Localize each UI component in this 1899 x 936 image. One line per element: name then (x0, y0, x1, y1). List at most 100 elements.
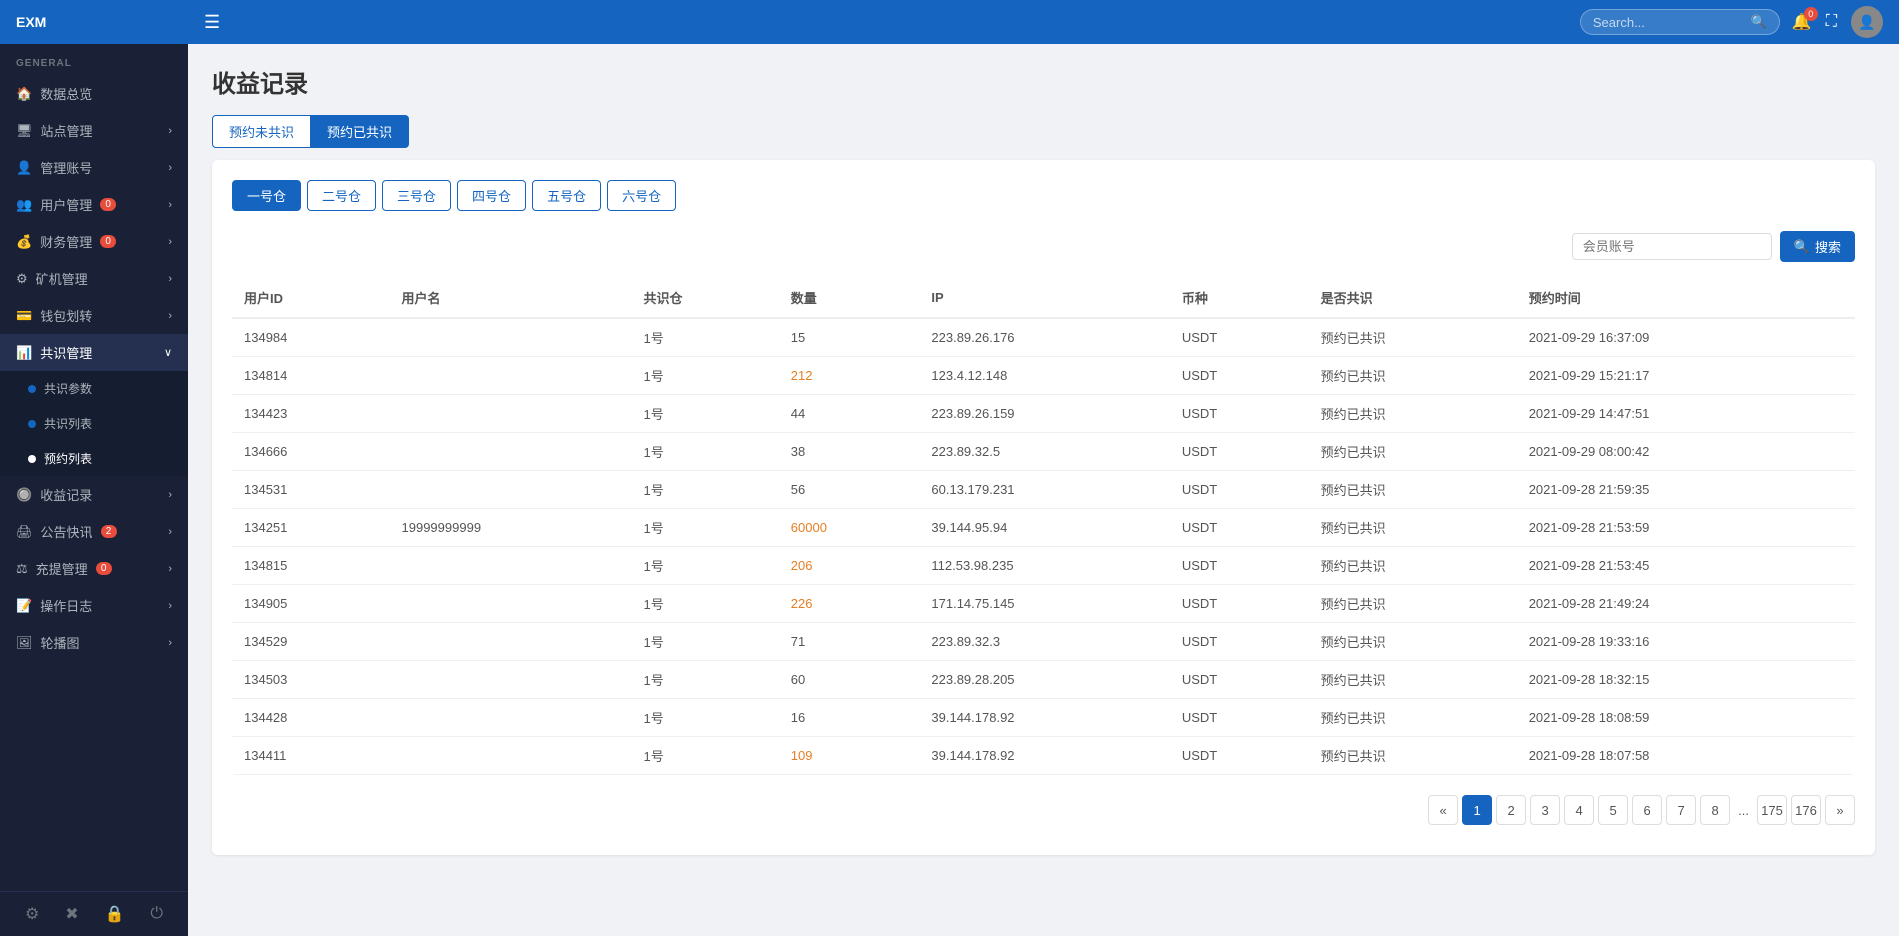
cell-ip[interactable]: 171.14.75.145 (919, 585, 1169, 623)
table-row: 134984 1号 15 223.89.26.176 USDT 预约已共识 20… (232, 318, 1855, 357)
page-3[interactable]: 3 (1530, 795, 1560, 825)
col-time: 预约时间 (1517, 278, 1855, 318)
sidebar-item-label: 管理账号 (40, 158, 92, 177)
sidebar-item-banner[interactable]: 🖼 轮播图 › (0, 624, 188, 661)
cell-userid[interactable]: 134411 (232, 737, 390, 775)
warehouse-tab-2[interactable]: 二号仓 (307, 180, 376, 211)
cell-userid[interactable]: 134531 (232, 471, 390, 509)
sidebar-item-revenue[interactable]: 🔘 收益记录 › (0, 476, 188, 513)
warehouse-tab-1[interactable]: 一号仓 (232, 180, 301, 211)
page-6[interactable]: 6 (1632, 795, 1662, 825)
cell-ip[interactable]: 123.4.12.148 (919, 357, 1169, 395)
sidebar-item-consensus-params[interactable]: 共识参数 (0, 371, 188, 406)
warehouse-tab-5[interactable]: 五号仓 (532, 180, 601, 211)
cell-ip: 223.89.26.159 (919, 395, 1169, 433)
sidebar-item-consensus[interactable]: 📊 共识管理 ∨ (0, 334, 188, 371)
page-5[interactable]: 5 (1598, 795, 1628, 825)
arrow-icon: › (168, 273, 172, 285)
hamburger-icon[interactable]: ☰ (204, 12, 220, 33)
settings-icon[interactable]: ⚙ (25, 904, 39, 924)
warehouse-tab-4[interactable]: 四号仓 (457, 180, 526, 211)
cell-userid[interactable]: 134984 (232, 318, 390, 357)
search-row: 🔍 搜索 (232, 231, 1855, 262)
tab-confirmed[interactable]: 预约已共识 (311, 115, 409, 148)
data-table: 用户ID 用户名 共识仓 数量 IP 币种 是否共识 预约时间 134984 1… (232, 278, 1855, 775)
sidebar-item-admin[interactable]: 👤 管理账号 › (0, 149, 188, 186)
cell-ip: 223.89.32.5 (919, 433, 1169, 471)
page-prev[interactable]: « (1428, 795, 1458, 825)
page-176[interactable]: 176 (1791, 795, 1821, 825)
sidebar-item-label: 操作日志 (40, 596, 92, 615)
sidebar-item-reservation-list[interactable]: 预约列表 (0, 441, 188, 476)
page-7[interactable]: 7 (1666, 795, 1696, 825)
cell-userid[interactable]: 134905 (232, 585, 390, 623)
search-button[interactable]: 🔍 搜索 (1780, 231, 1855, 262)
sidebar-item-wallet[interactable]: 💳 钱包划转 › (0, 297, 188, 334)
cell-status: 预约已共识 (1309, 318, 1517, 357)
page-1[interactable]: 1 (1462, 795, 1492, 825)
cell-currency: USDT (1170, 471, 1309, 509)
warehouse-tab-3[interactable]: 三号仓 (382, 180, 451, 211)
cell-ip: 223.89.32.3 (919, 623, 1169, 661)
cell-ip: 60.13.179.231 (919, 471, 1169, 509)
cell-userid[interactable]: 134503 (232, 661, 390, 699)
page-175[interactable]: 175 (1757, 795, 1787, 825)
cell-currency: USDT (1170, 395, 1309, 433)
arrow-icon: › (168, 637, 172, 649)
search-btn-label: 搜索 (1815, 237, 1841, 256)
tab-unconfirmed[interactable]: 预约未共识 (212, 115, 311, 148)
cell-username: 19999999999 (390, 509, 632, 547)
col-userid: 用户ID (232, 278, 390, 318)
sidebar-item-station[interactable]: 🖥 站点管理 › (0, 112, 188, 149)
page-4[interactable]: 4 (1564, 795, 1594, 825)
notification-bell[interactable]: 🔔 0 (1792, 12, 1812, 32)
sidebar-item-miner[interactable]: ⚙ 矿机管理 › (0, 260, 188, 297)
cell-userid[interactable]: 134814 (232, 357, 390, 395)
main-tab-group: 预约未共识 预约已共识 (212, 115, 1875, 148)
warehouse-tab-6[interactable]: 六号仓 (607, 180, 676, 211)
sidebar-item-label: 财务管理 (40, 232, 92, 251)
cell-status: 预约已共识 (1309, 699, 1517, 737)
revenue-icon: 🔘 (16, 487, 32, 503)
dot-icon (28, 385, 36, 393)
cell-status: 预约已共识 (1309, 433, 1517, 471)
sidebar-item-oplog[interactable]: 📝 操作日志 › (0, 587, 188, 624)
cell-username (390, 699, 632, 737)
table-row: 134423 1号 44 223.89.26.159 USDT 预约已共识 20… (232, 395, 1855, 433)
search-bar[interactable]: 🔍 (1580, 9, 1780, 35)
lock-icon[interactable]: 🔒 (105, 904, 125, 924)
page-next[interactable]: » (1825, 795, 1855, 825)
cell-userid: 134815 (232, 547, 390, 585)
cell-userid[interactable]: 134666 (232, 433, 390, 471)
sidebar-item-announcements[interactable]: 🖨 公告快讯 2 › (0, 513, 188, 550)
finance-icon: 💰 (16, 234, 32, 250)
consensus-icon: 📊 (16, 345, 32, 361)
cell-userid[interactable]: 134423 (232, 395, 390, 433)
cell-quantity: 44 (779, 395, 920, 433)
avatar[interactable]: 👤 (1851, 6, 1883, 38)
tools-icon[interactable]: ✖ (65, 904, 78, 924)
sidebar-item-consensus-list[interactable]: 共识列表 (0, 406, 188, 441)
sidebar-item-finance[interactable]: 💰 财务管理 0 › (0, 223, 188, 260)
cell-userid: 134428 (232, 699, 390, 737)
member-search-input[interactable] (1572, 233, 1772, 260)
cell-userid[interactable]: 134251 (232, 509, 390, 547)
page-8[interactable]: 8 (1700, 795, 1730, 825)
main-area: ☰ 🔍 🔔 0 ⛶ 👤 收益记录 预约未共识 预约已共识 一号仓 二号仓 (188, 0, 1899, 936)
cell-status: 预约已共识 (1309, 357, 1517, 395)
monitor-icon: 🖥 (16, 123, 33, 139)
cell-time: 2021-09-29 08:00:42 (1517, 433, 1855, 471)
power-icon[interactable]: ⏻ (150, 905, 163, 923)
page-2[interactable]: 2 (1496, 795, 1526, 825)
sidebar: EXM GENERAL 🏠 数据总览 🖥 站点管理 › 👤 管理账号 › 👥 用… (0, 0, 188, 936)
cell-warehouse: 1号 (632, 433, 779, 471)
sidebar-item-dashboard[interactable]: 🏠 数据总览 (0, 75, 188, 112)
gear-icon: ⚙ (16, 271, 28, 287)
sidebar-item-users[interactable]: 👥 用户管理 0 › (0, 186, 188, 223)
cell-userid[interactable]: 134529 (232, 623, 390, 661)
search-input[interactable] (1593, 15, 1745, 30)
sidebar-item-recharge[interactable]: ⚖ 充提管理 0 › (0, 550, 188, 587)
expand-icon[interactable]: ⛶ (1826, 13, 1837, 31)
sidebar-item-label: 充提管理 (36, 559, 88, 578)
sidebar-item-label: 用户管理 (40, 195, 92, 214)
